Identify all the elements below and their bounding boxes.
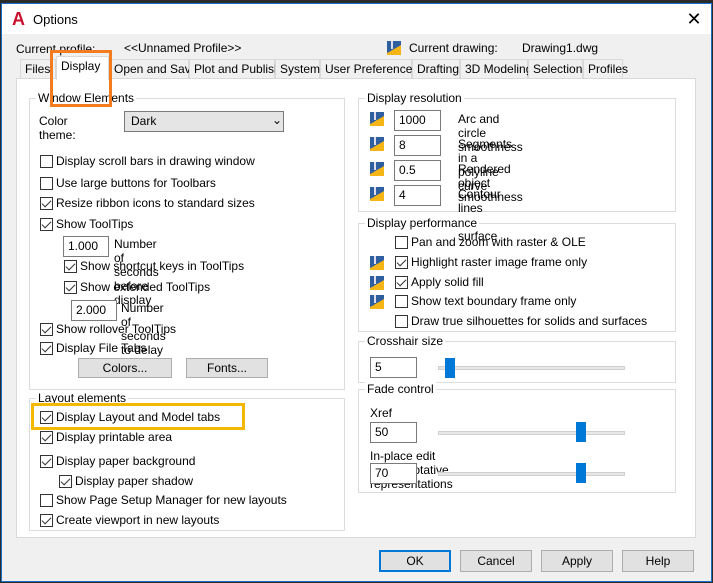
tab-system[interactable]: System bbox=[275, 59, 320, 79]
window-elements-option-2-label: Resize ribbon icons to standard sizes bbox=[56, 196, 255, 210]
display-performance-icon bbox=[370, 295, 384, 309]
xref-slider-track[interactable] bbox=[438, 431, 625, 435]
apply-button[interactable]: Apply bbox=[541, 550, 613, 572]
performance-option-2-label: Apply solid fill bbox=[411, 275, 484, 289]
display-file-tabs-checkbox[interactable] bbox=[40, 342, 53, 355]
layout-option-3-checkbox[interactable] bbox=[59, 475, 72, 488]
current-drawing-value: Drawing1.dwg bbox=[522, 41, 599, 55]
layout-option-4-label: Show Page Setup Manager for new layouts bbox=[56, 493, 287, 507]
window-elements-option-0-checkbox[interactable] bbox=[40, 155, 53, 168]
layout-option-5-label: Create viewport in new layouts bbox=[56, 513, 220, 527]
performance-option-2-checkbox[interactable] bbox=[395, 276, 408, 289]
window-elements-option-1-label: Use large buttons for Toolbars bbox=[56, 176, 216, 190]
display-performance-icon bbox=[370, 276, 384, 290]
tab-user-preferences[interactable]: User Preferences bbox=[320, 59, 418, 79]
display-performance-icon bbox=[370, 112, 384, 126]
current-drawing-label: Current drawing: bbox=[409, 41, 498, 55]
layout-option-2-label: Display paper background bbox=[56, 454, 196, 468]
option-highlight-box bbox=[31, 403, 245, 430]
tooltip-seconds-input[interactable]: 1.000 bbox=[63, 236, 109, 257]
performance-option-4-checkbox[interactable] bbox=[395, 315, 408, 328]
layout-option-4-checkbox[interactable] bbox=[40, 494, 53, 507]
dialog-title: Options bbox=[33, 12, 78, 27]
display-performance-icon bbox=[370, 256, 384, 270]
ok-button[interactable]: OK bbox=[379, 550, 451, 572]
display-performance-group-title: Display performance bbox=[365, 216, 480, 230]
window-elements-option-2-checkbox[interactable] bbox=[40, 197, 53, 210]
performance-option-3-label: Show text boundary frame only bbox=[411, 294, 577, 308]
tab-drafting[interactable]: Drafting bbox=[412, 59, 460, 79]
title-bar: A Options ✕ bbox=[2, 4, 711, 34]
resolution-input-1[interactable]: 8 bbox=[394, 135, 441, 156]
performance-option-0-label: Pan and zoom with raster & OLE bbox=[411, 235, 586, 249]
layout-option-2-checkbox[interactable] bbox=[40, 455, 53, 468]
delay-seconds-input[interactable]: 2.000 bbox=[71, 300, 117, 321]
colors-button[interactable]: Colors... bbox=[78, 358, 172, 378]
inplace-fade-input[interactable]: 70 bbox=[370, 463, 417, 484]
inplace-slider-track[interactable] bbox=[438, 472, 625, 476]
help-button[interactable]: Help bbox=[622, 550, 694, 572]
resolution-input-2[interactable]: 0.5 bbox=[394, 160, 441, 181]
crosshair-slider-thumb[interactable] bbox=[445, 358, 455, 378]
layout-option-1-checkbox[interactable] bbox=[40, 431, 53, 444]
display-performance-icon bbox=[370, 137, 384, 151]
crosshair-size-input[interactable]: 5 bbox=[370, 357, 417, 378]
shortcut-keys-label: Show shortcut keys in ToolTips bbox=[80, 259, 245, 273]
xref-fade-input[interactable]: 50 bbox=[370, 422, 417, 443]
tab-highlight-box bbox=[50, 50, 112, 107]
fonts-button[interactable]: Fonts... bbox=[186, 358, 268, 378]
chevron-down-icon: ⌄ bbox=[272, 113, 283, 127]
tab-profiles[interactable]: Profiles bbox=[583, 59, 628, 79]
tab-selection[interactable]: Selection bbox=[528, 59, 583, 79]
drawing-icon bbox=[387, 41, 401, 55]
layout-option-3-label: Display paper shadow bbox=[75, 474, 194, 488]
display-performance-icon bbox=[370, 162, 384, 176]
crosshair-group-title: Crosshair size bbox=[365, 334, 446, 348]
resolution-input-0[interactable]: 1000 bbox=[394, 110, 441, 131]
crosshair-slider-track[interactable] bbox=[438, 366, 625, 370]
close-icon[interactable]: ✕ bbox=[682, 7, 706, 31]
tab-3d-modeling[interactable]: 3D Modeling bbox=[460, 59, 532, 79]
color-theme-select[interactable]: Dark bbox=[124, 111, 284, 132]
cancel-button[interactable]: Cancel bbox=[460, 550, 532, 572]
current-profile-value: <<Unnamed Profile>> bbox=[124, 41, 242, 55]
window-elements-option-3-label: Show ToolTips bbox=[56, 217, 134, 231]
display-file-tabs-label: Display File Tabs bbox=[56, 341, 147, 355]
display-performance-icon bbox=[370, 187, 384, 201]
tab-open-and-save[interactable]: Open and Save bbox=[109, 59, 197, 79]
autocad-logo-icon: A bbox=[12, 9, 25, 29]
tab-plot-and-publish[interactable]: Plot and Publish bbox=[189, 59, 281, 79]
performance-option-1-checkbox[interactable] bbox=[395, 256, 408, 269]
layout-option-1-label: Display printable area bbox=[56, 430, 173, 444]
performance-option-4-label: Draw true silhouettes for solids and sur… bbox=[411, 314, 648, 328]
xref-slider-thumb[interactable] bbox=[576, 422, 586, 442]
rollover-tooltips-label: Show rollover ToolTips bbox=[56, 322, 177, 336]
rollover-tooltips-checkbox[interactable] bbox=[40, 323, 53, 336]
window-elements-option-3-checkbox[interactable] bbox=[40, 218, 53, 231]
extended-tooltips-checkbox[interactable] bbox=[64, 281, 77, 294]
performance-option-1-label: Highlight raster image frame only bbox=[411, 255, 588, 269]
shortcut-keys-checkbox[interactable] bbox=[64, 260, 77, 273]
layout-option-5-checkbox[interactable] bbox=[40, 514, 53, 527]
performance-option-0-checkbox[interactable] bbox=[395, 236, 408, 249]
window-elements-option-0-label: Display scroll bars in drawing window bbox=[56, 154, 255, 168]
extended-tooltips-label: Show extended ToolTips bbox=[80, 280, 211, 294]
fade-control-group-title: Fade control bbox=[365, 382, 436, 396]
color-theme-label: Color theme: bbox=[39, 114, 76, 142]
resolution-input-3[interactable]: 4 bbox=[394, 185, 441, 206]
display-resolution-group-title: Display resolution bbox=[365, 91, 464, 105]
performance-option-3-checkbox[interactable] bbox=[395, 295, 408, 308]
window-elements-option-1-checkbox[interactable] bbox=[40, 177, 53, 190]
inplace-slider-thumb[interactable] bbox=[576, 463, 586, 483]
